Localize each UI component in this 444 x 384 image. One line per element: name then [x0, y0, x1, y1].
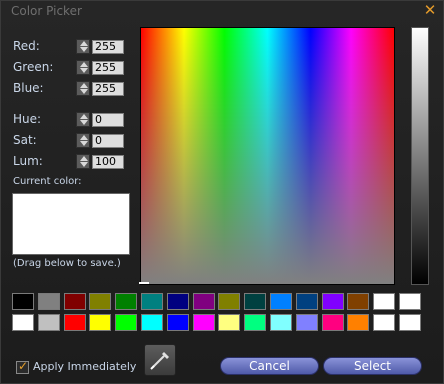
- color-swatch[interactable]: [218, 314, 241, 331]
- color-swatch[interactable]: [115, 293, 138, 310]
- color-swatch[interactable]: [12, 314, 34, 331]
- current-color-swatch[interactable]: [12, 193, 130, 255]
- color-swatch[interactable]: [63, 293, 86, 310]
- sat-spinner[interactable]: [76, 133, 90, 148]
- color-swatch[interactable]: [270, 314, 292, 331]
- color-swatch[interactable]: [166, 314, 189, 331]
- sat-label: Sat:: [13, 133, 37, 147]
- blue-spinner[interactable]: [76, 81, 90, 96]
- color-swatch[interactable]: [192, 293, 215, 310]
- green-label: Green:: [13, 60, 54, 74]
- hue-label: Hue:: [13, 112, 42, 126]
- color-swatch[interactable]: [166, 293, 189, 310]
- color-swatch[interactable]: [244, 314, 267, 331]
- blue-label: Blue:: [13, 81, 44, 95]
- select-button[interactable]: Select: [323, 357, 422, 375]
- green-input[interactable]: 255: [92, 61, 124, 75]
- color-swatch[interactable]: [347, 293, 370, 310]
- cancel-button[interactable]: Cancel: [220, 357, 319, 375]
- color-swatch[interactable]: [295, 293, 318, 310]
- apply-immediately-label: Apply Immediately: [33, 360, 137, 373]
- color-swatch[interactable]: [115, 314, 138, 331]
- title-bar[interactable]: Color Picker ✕: [1, 1, 443, 23]
- color-spectrum[interactable]: [140, 27, 395, 285]
- current-color-label: Current color:: [13, 176, 82, 187]
- spectrum-cursor[interactable]: [139, 282, 149, 284]
- color-swatch[interactable]: [63, 314, 86, 331]
- color-swatch[interactable]: [321, 293, 344, 310]
- eyedropper-icon: [150, 352, 169, 370]
- drag-hint: (Drag below to save.): [13, 258, 121, 269]
- lum-input[interactable]: 100: [92, 155, 124, 169]
- color-swatch[interactable]: [89, 314, 112, 331]
- color-picker-window: Color Picker ✕ Red: 255 Green: 255 Blue:…: [0, 0, 444, 384]
- window-title: Color Picker: [11, 4, 82, 18]
- red-spinner[interactable]: [76, 39, 90, 54]
- color-swatch[interactable]: [12, 293, 34, 310]
- color-swatch[interactable]: [244, 293, 267, 310]
- blue-input[interactable]: 255: [92, 82, 124, 96]
- sat-input[interactable]: 0: [92, 134, 124, 148]
- color-swatch[interactable]: [141, 293, 163, 310]
- color-swatch[interactable]: [89, 293, 112, 310]
- color-swatch[interactable]: [218, 293, 241, 310]
- color-swatch[interactable]: [141, 314, 163, 331]
- color-swatch[interactable]: [399, 293, 421, 310]
- color-swatch[interactable]: [37, 314, 60, 331]
- color-swatch[interactable]: [373, 314, 396, 331]
- color-swatch[interactable]: [347, 314, 370, 331]
- color-swatch[interactable]: [321, 314, 344, 331]
- hue-input[interactable]: 0: [92, 113, 124, 127]
- color-swatch[interactable]: [37, 293, 60, 310]
- luminance-slider[interactable]: [411, 27, 429, 285]
- close-icon[interactable]: ✕: [423, 3, 437, 18]
- green-spinner[interactable]: [76, 60, 90, 75]
- lum-label: Lum:: [13, 154, 43, 168]
- color-swatch[interactable]: [270, 293, 292, 310]
- apply-immediately-checkbox[interactable]: [16, 359, 29, 374]
- red-label: Red:: [13, 39, 40, 53]
- eyedropper-button[interactable]: [144, 344, 176, 376]
- lum-spinner[interactable]: [76, 154, 90, 169]
- hue-spinner[interactable]: [76, 112, 90, 127]
- color-swatch[interactable]: [399, 314, 421, 331]
- color-swatch[interactable]: [295, 314, 318, 331]
- color-swatch[interactable]: [192, 314, 215, 331]
- red-input[interactable]: 255: [92, 40, 124, 54]
- color-swatch[interactable]: [373, 293, 396, 310]
